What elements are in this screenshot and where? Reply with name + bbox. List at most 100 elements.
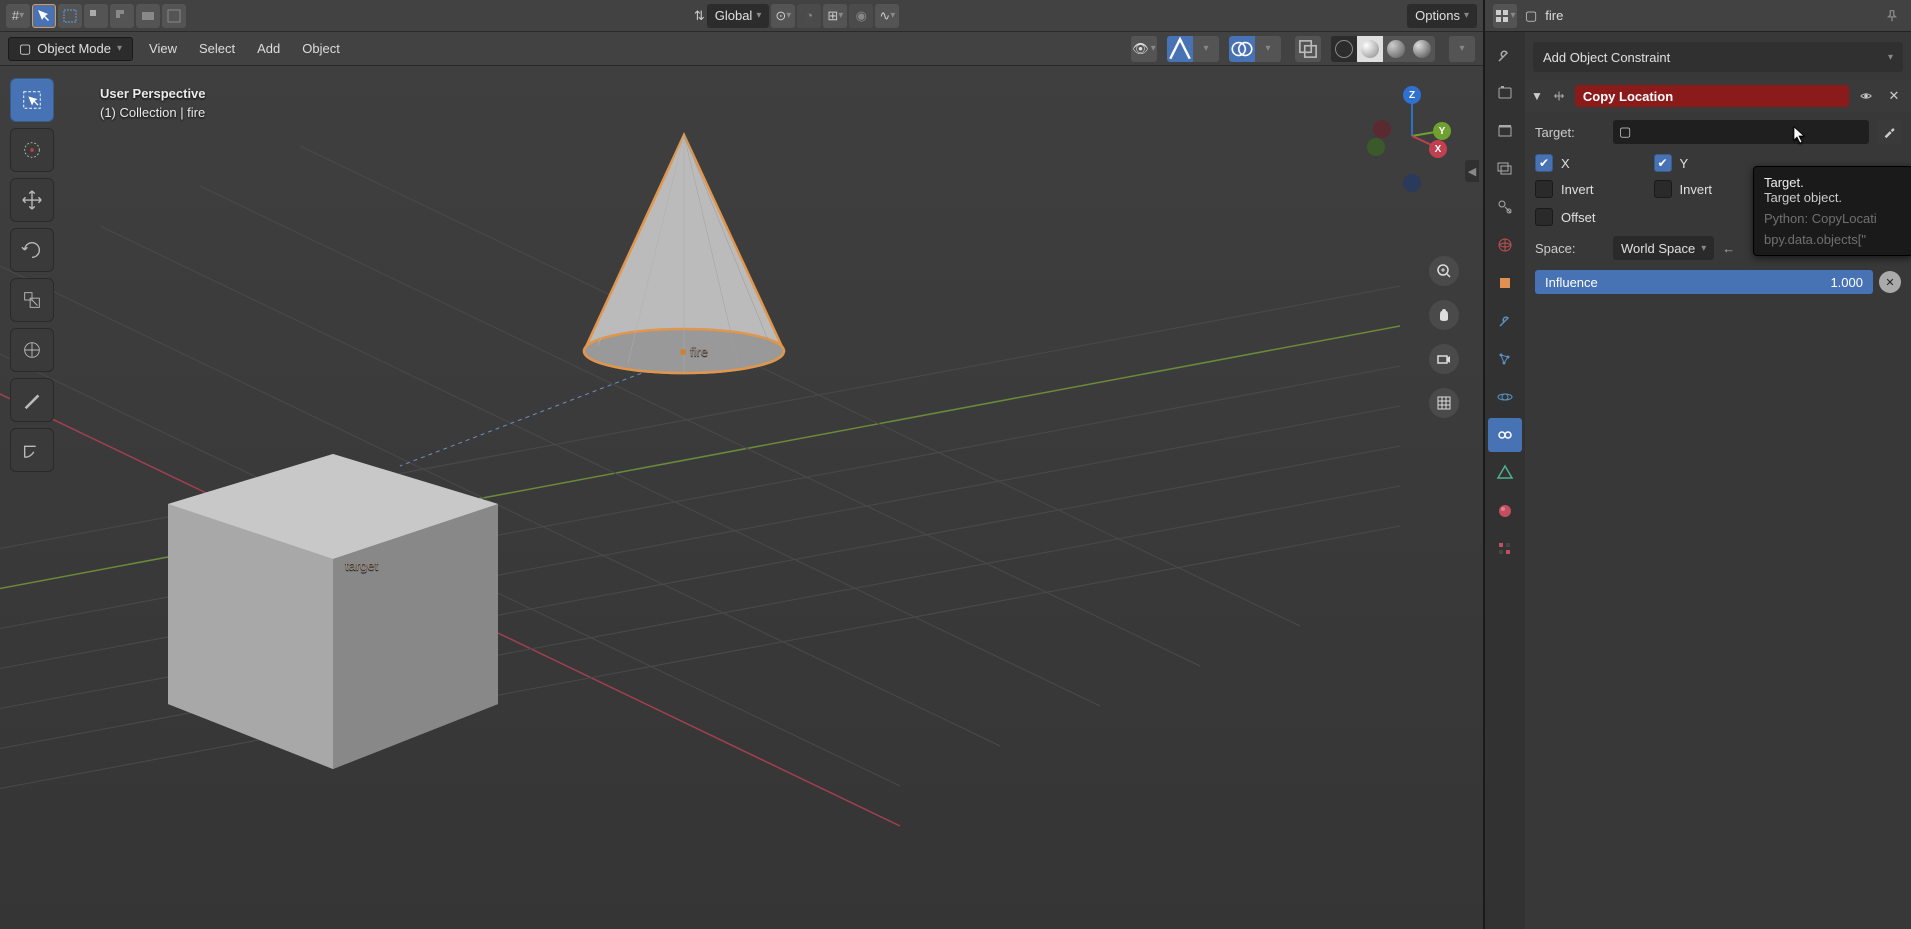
checkbox-invert-y[interactable]: Invert [1654,180,1713,198]
menu-view[interactable]: View [143,41,183,56]
gizmo-neg-z-icon[interactable] [1403,174,1421,192]
target-label: Target: [1535,125,1605,140]
shading-options-icon[interactable]: ▾ [1449,36,1475,62]
cone-object[interactable] [578,131,790,379]
tab-texture-icon[interactable] [1488,532,1522,566]
tool-transform[interactable] [10,328,54,372]
space-owner-dropdown[interactable]: World Space▾ [1613,236,1714,260]
gizmo-x-icon[interactable]: X [1429,140,1447,158]
proportional-falloff-icon[interactable]: ∿▾ [875,4,899,28]
constraint-eye-icon[interactable] [1855,85,1877,107]
tab-data-icon[interactable] [1488,456,1522,490]
tab-constraints-icon[interactable] [1488,418,1522,452]
snap-toggle-icon[interactable]: ◔ [797,4,821,28]
eyedropper-icon[interactable] [1877,120,1901,144]
zoom-icon[interactable] [1429,256,1459,286]
tab-scene-icon[interactable] [1488,190,1522,224]
tab-modifier-icon[interactable] [1488,304,1522,338]
tooltip-title: Target. [1764,175,1902,190]
tab-material-icon[interactable] [1488,494,1522,528]
overlays-dropdown-icon[interactable]: ▾ [1255,36,1281,62]
options-dropdown[interactable]: Options▾ [1407,4,1477,28]
3d-viewport[interactable]: target fire [0,66,1483,929]
tooltip-python2: bpy.data.objects[" [1764,232,1902,247]
mode-label: Object Mode [37,41,111,56]
object-mode-icon: ▢ [19,41,31,57]
tab-render-icon[interactable] [1488,76,1522,110]
cube-label: target [345,558,378,573]
checkbox-invert-y-label: Invert [1680,182,1713,197]
cursor-tool-icon[interactable]: #▾ [6,4,30,28]
camera-view-icon[interactable] [1429,344,1459,374]
select-intersect-icon[interactable] [110,4,134,28]
tool-rotate[interactable] [10,228,54,272]
gizmo-dropdown-icon[interactable]: ▾ [1193,36,1219,62]
tool-annotate[interactable] [10,378,54,422]
checkbox-x[interactable]: ✔X [1535,154,1594,172]
perspective-toggle-icon[interactable] [1429,388,1459,418]
gizmo-z-icon[interactable]: Z [1403,86,1421,104]
mode-select-dropdown[interactable]: ▢ Object Mode ▾ [8,37,133,61]
editor-type-icon[interactable]: ▾ [1493,4,1517,28]
tab-world-icon[interactable] [1488,228,1522,262]
proportional-toggle-icon[interactable]: ◉ [849,4,873,28]
menu-select[interactable]: Select [193,41,241,56]
tab-tool-icon[interactable] [1488,38,1522,72]
shading-solid-icon[interactable] [1357,36,1383,62]
tool-select-box[interactable] [10,78,54,122]
constraint-collapse-icon[interactable]: ▼ [1531,89,1543,103]
tab-particles-icon[interactable] [1488,342,1522,376]
overlays-toggle-icon[interactable] [1229,36,1255,62]
checkbox-x-label: X [1561,156,1570,171]
menu-object[interactable]: Object [296,41,346,56]
checkbox-invert-x[interactable]: Invert [1535,180,1594,198]
xray-toggle-icon[interactable] [1295,36,1321,62]
orientation-icon: ⇅ [694,8,705,24]
gizmo-y-icon[interactable]: Y [1433,122,1451,140]
select-sub-icon[interactable] [136,4,160,28]
pin-icon[interactable] [1881,5,1903,27]
visibility-icon[interactable]: 👁▾ [1131,36,1157,62]
shading-wireframe-icon[interactable] [1331,36,1357,62]
add-constraint-dropdown[interactable]: Add Object Constraint ▾ [1533,42,1903,72]
checkbox-offset-label: Offset [1561,210,1595,225]
tab-output-icon[interactable] [1488,114,1522,148]
options-label: Options [1415,8,1460,23]
menu-add[interactable]: Add [251,41,286,56]
select-invert-icon[interactable] [84,4,108,28]
constraint-body: Target: ▢ ✔X Invert ✔Y [1525,112,1911,302]
tab-viewlayer-icon[interactable] [1488,152,1522,186]
tab-physics-icon[interactable] [1488,380,1522,414]
transform-orientation-dropdown[interactable]: Global▾ [707,4,770,28]
tool-scale[interactable] [10,278,54,322]
checkbox-y[interactable]: ✔Y [1654,154,1713,172]
select-rect-icon[interactable] [58,4,82,28]
pivot-icon[interactable]: ⊙▾ [771,4,795,28]
constraint-name-field[interactable]: Copy Location [1575,85,1849,107]
gizmo-neg-y-icon[interactable] [1367,138,1385,156]
sidebar-collapse-icon[interactable]: ◀ [1465,160,1479,182]
shading-rendered-icon[interactable] [1409,36,1435,62]
influence-slider[interactable]: Influence 1.000 [1535,270,1873,294]
influence-value: 1.000 [1830,275,1863,290]
tab-object-icon[interactable] [1488,266,1522,300]
tool-cursor[interactable] [10,128,54,172]
tool-move[interactable] [10,178,54,222]
constraint-delete-icon[interactable]: ✕ [1883,85,1905,107]
target-field[interactable]: ▢ [1613,120,1869,144]
tool-measure[interactable] [10,428,54,472]
select-add-icon[interactable] [162,4,186,28]
snap-type-icon[interactable]: ⊞▾ [823,4,847,28]
shading-material-icon[interactable] [1383,36,1409,62]
toolbar-left [10,78,54,472]
cube-object[interactable] [158,444,508,779]
influence-label: Influence [1545,275,1598,290]
gizmo-neg-x-icon[interactable] [1373,120,1391,138]
pan-icon[interactable] [1429,300,1459,330]
nav-gizmo[interactable]: Z Y X [1363,86,1453,216]
influence-clear-icon[interactable]: ✕ [1879,271,1901,293]
gizmo-toggle-icon[interactable] [1167,36,1193,62]
select-box-icon[interactable] [32,4,56,28]
shading-mode-group [1331,36,1435,62]
viewport-info-perspective: User Perspective [100,86,206,101]
